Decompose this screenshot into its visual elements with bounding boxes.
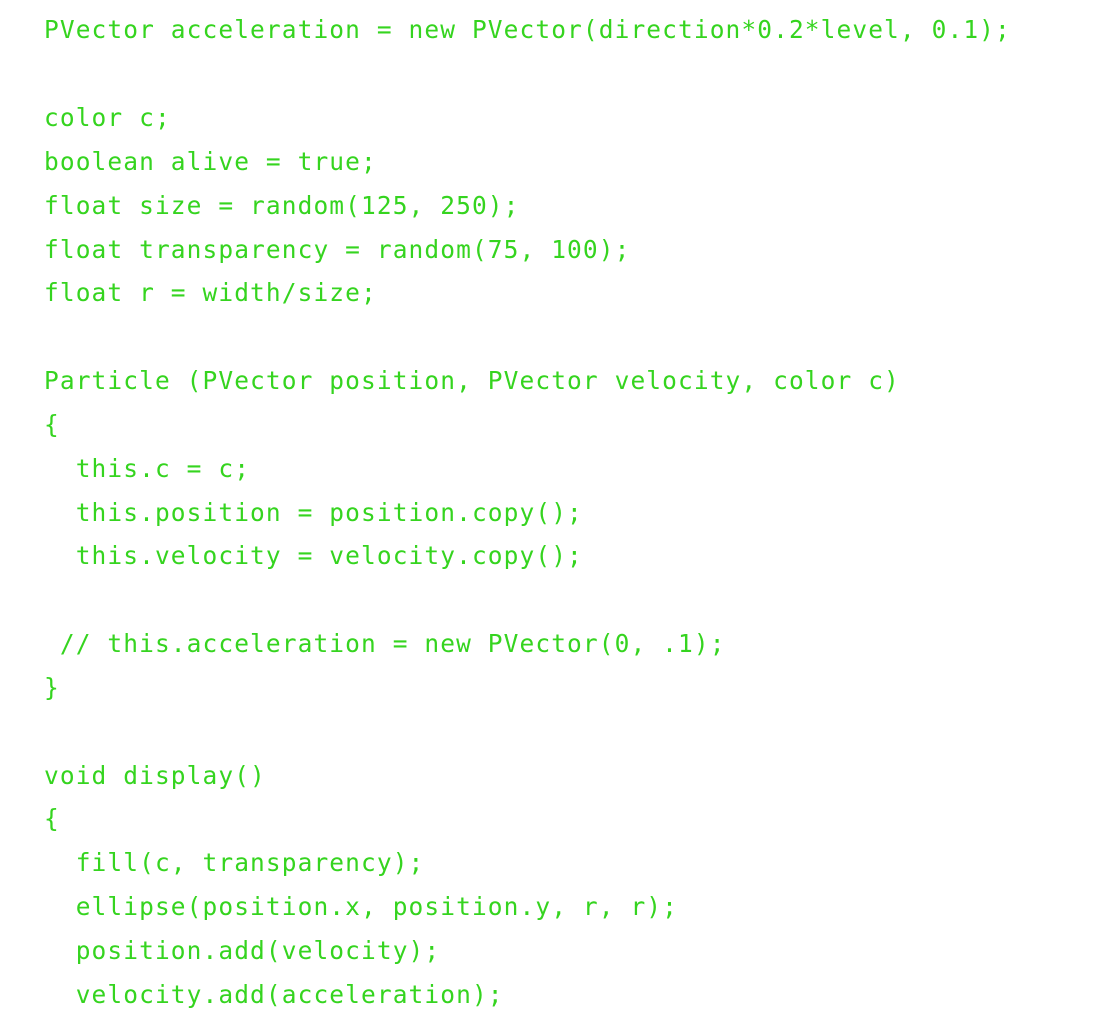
code-line-4: boolean alive = true; [44, 147, 377, 176]
code-line-23: velocity.add(acceleration); [44, 980, 504, 1009]
code-line-22: position.add(velocity); [44, 936, 441, 965]
code-line-6: float transparency = random(75, 100); [44, 235, 631, 264]
code-line-10: { [44, 410, 60, 439]
code-line-15: // this.acceleration = new PVector(0, .1… [44, 629, 726, 658]
code-line-19: { [44, 804, 60, 833]
code-line-12: this.position = position.copy(); [44, 498, 583, 527]
code-editor[interactable]: PVector acceleration = new PVector(direc… [0, 0, 1120, 1020]
code-line-11: this.c = c; [44, 454, 251, 483]
code-line-16: } [44, 673, 60, 702]
code-line-13: this.velocity = velocity.copy(); [44, 541, 583, 570]
code-line-21: ellipse(position.x, position.y, r, r); [44, 892, 679, 921]
code-line-5: float size = random(125, 250); [44, 191, 520, 220]
code-line-7: float r = width/size; [44, 278, 377, 307]
code-line-3: color c; [44, 103, 171, 132]
code-line-20: fill(c, transparency); [44, 848, 425, 877]
code-line-9: Particle (PVector position, PVector velo… [44, 366, 900, 395]
code-line-18: void display() [44, 761, 266, 790]
code-line-1: PVector acceleration = new PVector(direc… [44, 15, 1011, 44]
